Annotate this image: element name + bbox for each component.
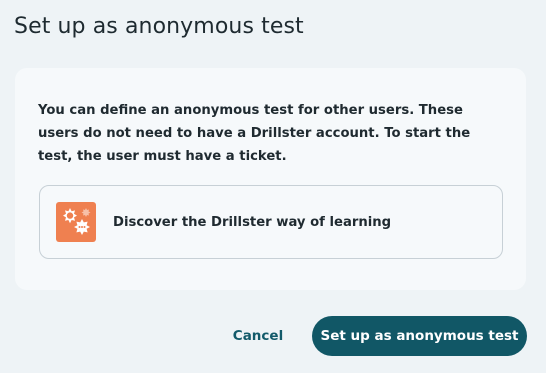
learning-link-label: Discover the Drillster way of learning bbox=[113, 214, 392, 230]
setup-anonymous-test-button[interactable]: Set up as anonymous test bbox=[312, 316, 527, 356]
cancel-button[interactable]: Cancel bbox=[224, 318, 292, 354]
description-text: You can define an anonymous test for oth… bbox=[38, 103, 471, 164]
info-panel: You can define an anonymous test for oth… bbox=[15, 68, 526, 290]
learning-link-card[interactable]: Discover the Drillster way of learning bbox=[39, 185, 503, 259]
speech-bubbles-icon bbox=[56, 202, 96, 242]
dialog-title: Set up as anonymous test bbox=[14, 14, 304, 39]
